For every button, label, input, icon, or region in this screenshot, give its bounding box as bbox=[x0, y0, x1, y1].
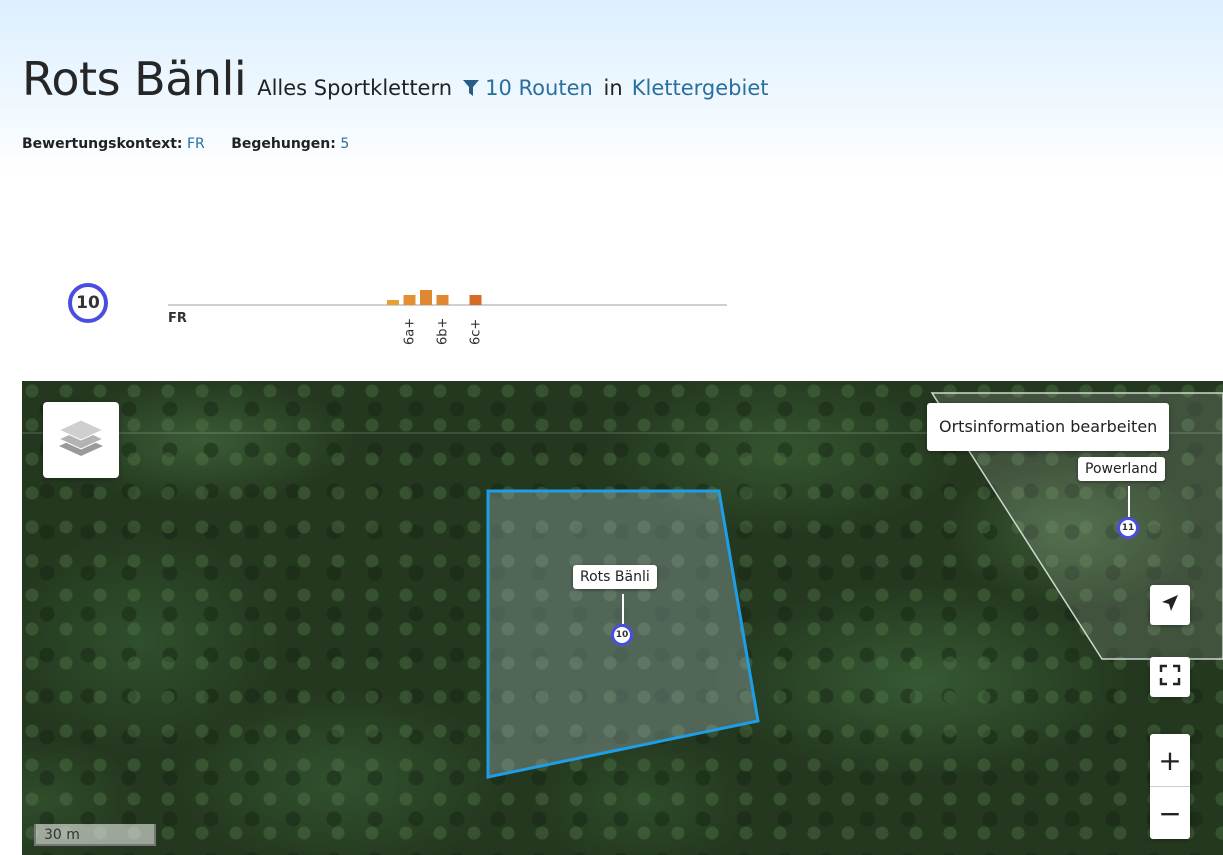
grade-tick-label: 6c+ bbox=[469, 319, 484, 345]
marker-rots-baenli[interactable]: 10 bbox=[611, 624, 633, 646]
grade-bar-6aplus bbox=[403, 295, 416, 305]
marker-label-rots-baenli[interactable]: Rots Bänli bbox=[573, 565, 657, 589]
grade-distribution-chart: 6a+ 6b+ 6c+ bbox=[168, 290, 727, 345]
routes-count-label: 10 Routen bbox=[485, 76, 593, 100]
grade-tick-label: 6a+ bbox=[403, 318, 418, 345]
fullscreen-button[interactable] bbox=[1150, 657, 1190, 697]
marker-stem bbox=[622, 594, 624, 624]
scale-bar: 30 m bbox=[34, 824, 156, 846]
page-subtitle: Alles Sportklettern bbox=[257, 76, 453, 100]
grade-tick-label: 6b+ bbox=[436, 318, 451, 345]
marker-stem bbox=[1128, 486, 1130, 517]
grade-bar-6a bbox=[387, 300, 399, 305]
context-value[interactable]: FR bbox=[187, 136, 205, 152]
layers-button[interactable] bbox=[43, 402, 119, 478]
route-count-badge: 10 bbox=[68, 283, 108, 323]
grade-bar-6bplus bbox=[436, 295, 449, 305]
marker-label-powerland[interactable]: Powerland bbox=[1078, 457, 1165, 481]
title-row: Rots Bänli Alles Sportklettern 10 Routen… bbox=[22, 52, 769, 106]
zoom-in-button[interactable]: + bbox=[1150, 734, 1190, 786]
grade-bar-6b bbox=[420, 290, 432, 305]
fullscreen-icon bbox=[1159, 664, 1181, 690]
page-title: Rots Bänli bbox=[22, 52, 247, 106]
area-link[interactable]: Klettergebiet bbox=[632, 76, 769, 100]
edit-location-button[interactable]: Ortsinformation bearbeiten bbox=[927, 403, 1170, 451]
ascents-value[interactable]: 5 bbox=[340, 136, 349, 152]
filter-icon bbox=[463, 78, 480, 102]
in-text: in bbox=[603, 76, 623, 100]
marker-powerland[interactable]: 11 bbox=[1117, 517, 1139, 539]
zoom-control: + − bbox=[1150, 734, 1190, 839]
map[interactable]: Ortsinformation bearbeiten Rots Bänli 10… bbox=[22, 381, 1223, 855]
context-label: Bewertungskontext: bbox=[22, 136, 183, 152]
meta-row: Bewertungskontext: FR Begehungen: 5 bbox=[22, 136, 371, 152]
grade-bar-6cplus bbox=[469, 295, 482, 305]
routes-filter-link[interactable]: 10 Routen bbox=[463, 76, 599, 100]
layers-icon bbox=[57, 416, 105, 464]
zoom-out-button[interactable]: − bbox=[1150, 787, 1190, 839]
locate-arrow-icon bbox=[1160, 593, 1180, 617]
ascents-label: Begehungen: bbox=[231, 136, 336, 152]
locate-button[interactable] bbox=[1150, 585, 1190, 625]
